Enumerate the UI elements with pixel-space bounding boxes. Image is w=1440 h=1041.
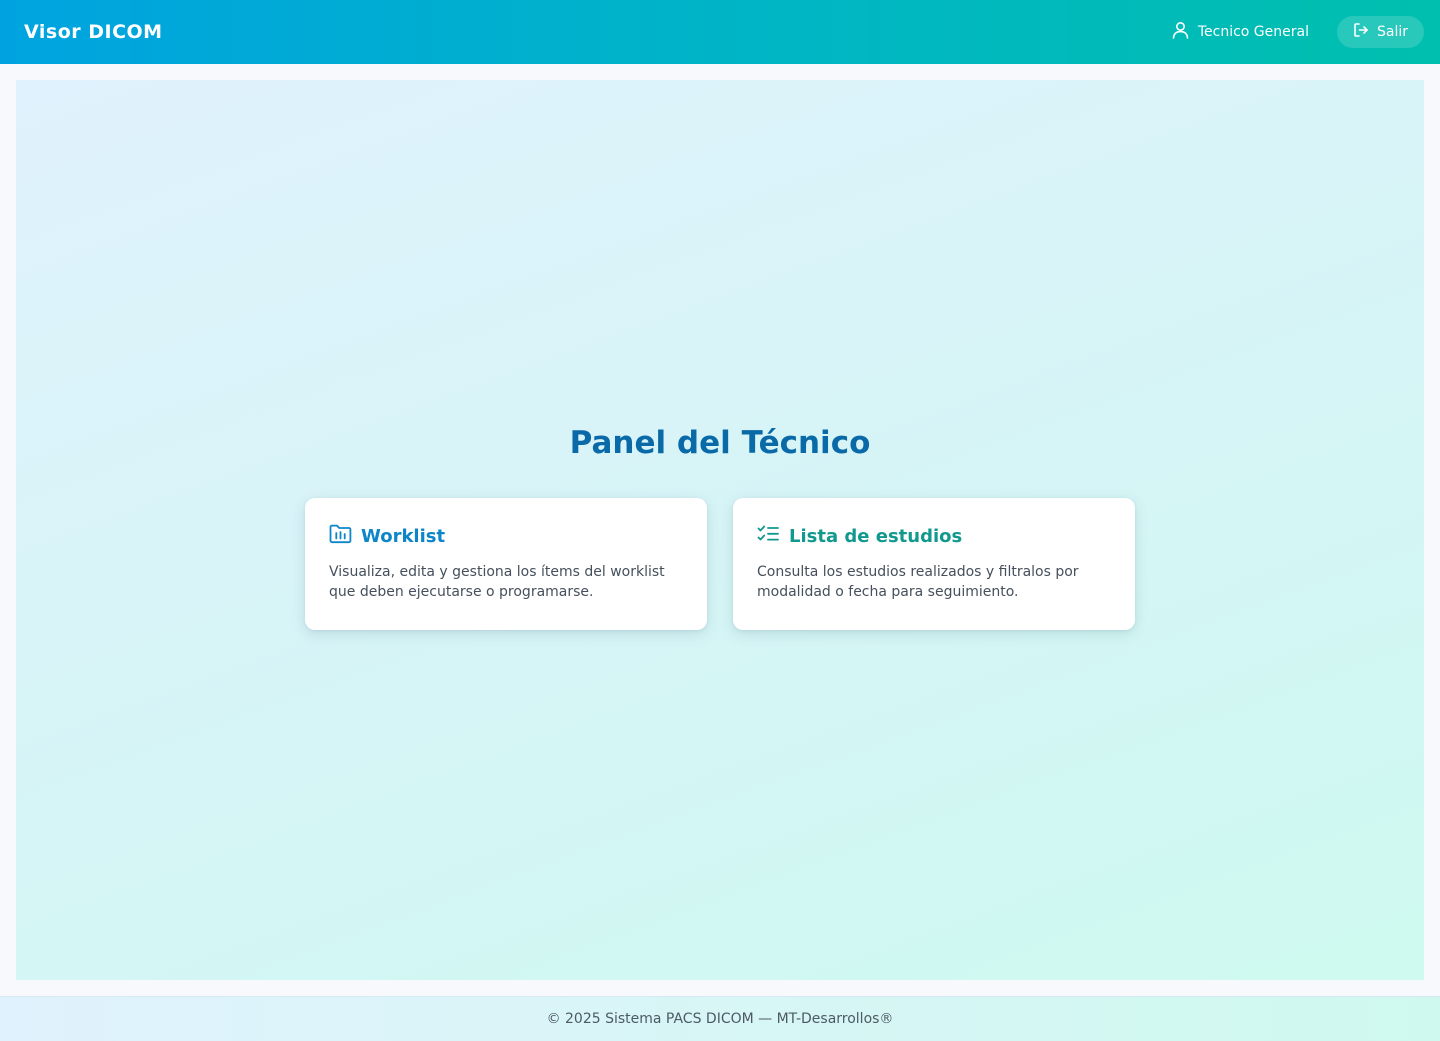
- studies-card-title: Lista de estudios: [789, 525, 963, 547]
- footer: © 2025 Sistema PACS DICOM — MT-Desarroll…: [0, 996, 1440, 1041]
- worklist-card[interactable]: Worklist Visualiza, edita y gestiona los…: [305, 498, 707, 630]
- checklist-icon: [757, 524, 789, 548]
- card-header: Worklist: [329, 522, 683, 550]
- footer-copyright: © 2025 Sistema PACS DICOM — MT-Desarroll…: [546, 1011, 894, 1027]
- logout-label: Salir: [1376, 24, 1408, 40]
- studies-list-card[interactable]: Lista de estudios Consulta los estudios …: [733, 498, 1135, 630]
- logout-icon: [1353, 22, 1377, 42]
- worklist-card-description: Visualiza, edita y gestiona los ítems de…: [329, 564, 665, 600]
- logout-button[interactable]: Salir: [1336, 16, 1424, 48]
- folder-icon: [329, 524, 361, 548]
- user-icon: [1172, 21, 1198, 43]
- main-panel: Panel del Técnico Worklist Visualiza, ed…: [16, 80, 1424, 980]
- topbar-actions: Tecnico General Salir: [1172, 0, 1424, 64]
- worklist-card-title: Worklist: [361, 525, 446, 547]
- page-title: Panel del Técnico: [569, 425, 871, 461]
- user-name: Tecnico General: [1197, 24, 1309, 40]
- studies-card-description: Consulta los estudios realizados y filtr…: [757, 564, 1079, 600]
- user-menu[interactable]: Tecnico General: [1172, 21, 1309, 43]
- app-brand[interactable]: Visor DICOM: [24, 21, 163, 43]
- top-bar: Visor DICOM Tecnico General Salir: [0, 0, 1440, 64]
- card-header: Lista de estudios: [757, 522, 1111, 550]
